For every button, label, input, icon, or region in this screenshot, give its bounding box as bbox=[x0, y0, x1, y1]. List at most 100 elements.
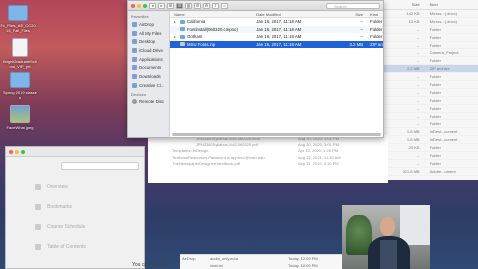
background-list-row[interactable]: -- Folder bbox=[384, 97, 478, 105]
file-kind: Folder bbox=[370, 34, 383, 40]
date-column-header[interactable]: Date Modified bbox=[256, 12, 341, 17]
sidebar-item-remote-disc[interactable]: Remote Disc bbox=[128, 98, 169, 107]
background-file-date: Apr 13, 2020, 1:28 PM bbox=[298, 148, 339, 154]
nav-item-label: Table of Contents bbox=[47, 244, 86, 250]
size-header[interactable]: Size bbox=[384, 2, 424, 7]
sidebar-item-downloads[interactable]: Downloads bbox=[128, 72, 169, 81]
minimize-icon[interactable] bbox=[15, 149, 19, 154]
nav-item-table-of-contents[interactable]: Table of Contents bbox=[31, 237, 141, 257]
background-kind-cell: Folder bbox=[429, 105, 441, 111]
background-kind-cell: Folder bbox=[429, 152, 441, 158]
zoom-icon[interactable] bbox=[143, 3, 147, 8]
background-course-window: Overview Bookmarks Course Schedule Table… bbox=[5, 146, 145, 269]
background-list-row[interactable]: 321.6 MB Adobe...ument bbox=[384, 168, 478, 176]
nav-item-course-schedule[interactable]: Course Schedule bbox=[31, 217, 141, 237]
folder-icon bbox=[10, 72, 30, 88]
back-button[interactable]: ◂ bbox=[149, 2, 156, 9]
file-name-cell: MSU Fonts.zip bbox=[170, 42, 256, 47]
background-size-cell: -- bbox=[416, 26, 420, 32]
sidebar-item-desktop[interactable]: Desktop bbox=[128, 37, 169, 46]
webcam-overlay bbox=[342, 205, 430, 269]
background-size-cell: 321.6 MB bbox=[402, 168, 420, 174]
close-icon[interactable] bbox=[131, 3, 135, 8]
sidebar-item-creative-cl[interactable]: Creative Cl... bbox=[128, 81, 169, 90]
background-list-row[interactable]: 1.6 MB InDesi...cument bbox=[384, 128, 478, 137]
sidebar-item-applications[interactable]: Applications bbox=[128, 55, 169, 64]
action-button[interactable]: ⚙ bbox=[203, 2, 210, 9]
desktop-icon-bright-graduate[interactable]: BrightGraduateSchool_VIP_prf bbox=[2, 38, 38, 69]
background-list-row[interactable]: -- Folder bbox=[384, 89, 478, 97]
desktop-icon-label: Fx_Files_AE_CC2015_Fall_Files bbox=[0, 23, 36, 33]
finder-window: ◂ ▸ ⊞ ☰ ▥ ⊟ ⚙ ⇪ ⌂ Search Favorites AirDrop All My… bbox=[127, 0, 384, 138]
background-kind-cell: ZIP archive bbox=[429, 66, 450, 72]
background-list-row[interactable]: 1.6 MB InDesi...cument bbox=[384, 136, 478, 145]
background-file-row[interactable]: TheNewspaperDesignerHandbook.pdf Sep 11, … bbox=[148, 161, 388, 167]
horizontal-scrollbar[interactable] bbox=[172, 133, 381, 136]
nav-item-bookmarks[interactable]: Bookmarks bbox=[31, 197, 141, 217]
background-list-row[interactable]: 142 KB Micros...(.docx) bbox=[384, 10, 478, 18]
course-search-input[interactable] bbox=[61, 162, 139, 170]
background-size-cell: -- bbox=[416, 58, 420, 64]
background-list-row[interactable]: 13 KB Micros...(.docx) bbox=[384, 18, 478, 26]
name-column-header[interactable]: Name bbox=[170, 12, 256, 17]
file-size: 3.2 MB bbox=[349, 41, 364, 47]
background-size-cell: -- bbox=[416, 89, 420, 95]
forward-button[interactable]: ▸ bbox=[158, 2, 165, 9]
desktop-icon-label: FaceWhat.jpeg bbox=[6, 125, 34, 130]
background-list-row[interactable]: -- Folder bbox=[384, 26, 478, 34]
background-list-row[interactable]: -- Folder bbox=[384, 160, 478, 168]
list-header: Name Date Modified Size Kind bbox=[170, 11, 383, 18]
sidebar-item-all-my-files[interactable]: All My Files bbox=[128, 29, 169, 38]
background-list-row[interactable]: -- Camera_Project bbox=[384, 49, 478, 58]
background-size-cell: -- bbox=[416, 34, 420, 40]
background-kind-cell: Folder bbox=[429, 121, 441, 127]
background-list-row[interactable]: -- Folder bbox=[384, 105, 478, 113]
background-list-row[interactable]: -- Folder bbox=[384, 113, 478, 121]
desktop-icon-facewhat[interactable]: FaceWhat.jpeg bbox=[2, 105, 38, 130]
zoom-icon[interactable] bbox=[21, 149, 25, 154]
background-list-row[interactable]: -- Folder bbox=[384, 73, 478, 82]
desktop-icon-fx-files[interactable]: Fx_Files_AE_CC2015_Fall_Files bbox=[0, 5, 36, 33]
disclosure-triangle-icon[interactable]: ▸ bbox=[174, 19, 178, 24]
background-file-row[interactable]: JRN3360Syllabus.Vol3.060320.pdf Aug 30, 2… bbox=[148, 141, 388, 147]
share-button[interactable]: ⇪ bbox=[212, 2, 219, 9]
desktop-icon-spring-2019[interactable]: Spring 2019 classes bbox=[2, 72, 38, 100]
background-list-row[interactable]: -- Folder bbox=[384, 81, 478, 89]
background-list-row[interactable]: 29 KB Folder bbox=[384, 144, 478, 153]
file-row[interactable]: Fontinstall(060320.cmpno) Jan 16, 2017, 1… bbox=[170, 25, 383, 33]
nav-item-overview[interactable]: Overview bbox=[31, 177, 141, 197]
finder-search-input[interactable]: Search bbox=[326, 3, 380, 9]
background-list-row[interactable]: -- Folder bbox=[384, 42, 478, 50]
creative-cloud-icon bbox=[132, 82, 137, 88]
kind-column-header[interactable]: Kind bbox=[366, 12, 383, 17]
background-list-row[interactable]: -- Folder bbox=[384, 120, 478, 129]
kind-header[interactable]: Kind bbox=[424, 2, 478, 7]
minimize-icon[interactable] bbox=[137, 3, 141, 8]
file-row[interactable]: MSU Fonts.zip Jan 16, 2017, 11:18 AM 3.2 M… bbox=[170, 40, 383, 48]
sidebar-item-label: Creative Cl... bbox=[139, 82, 165, 88]
background-list-row[interactable]: -- Folder bbox=[384, 34, 478, 42]
column-view-button[interactable]: ▥ bbox=[185, 2, 192, 9]
background-file-row[interactable]: TextbookResources.Password.is.appsrc1@ms… bbox=[148, 154, 388, 160]
background-list-row[interactable]: -- Folder bbox=[384, 152, 478, 160]
file-row[interactable]: ▸ California Jan 16, 2017, 11:18 AM -- Folde… bbox=[170, 18, 383, 26]
background-list-row[interactable]: -- Folder bbox=[384, 57, 478, 66]
background-bottom-date: Today, 12:09 PM bbox=[288, 263, 318, 268]
background-size-cell: -- bbox=[416, 113, 420, 119]
size-column-header[interactable]: Size bbox=[341, 12, 366, 17]
sidebar-item-documents[interactable]: Documents bbox=[128, 63, 169, 72]
background-list-row[interactable]: 3.2 MB ZIP archive bbox=[384, 65, 478, 74]
list-view-button[interactable]: ☰ bbox=[176, 2, 183, 9]
bookmark-icon bbox=[35, 204, 41, 210]
sidebar-item-airdrop[interactable]: AirDrop bbox=[128, 20, 169, 29]
close-icon[interactable] bbox=[9, 149, 13, 154]
gallery-view-button[interactable]: ⊟ bbox=[194, 2, 201, 9]
tags-button[interactable]: ⌂ bbox=[221, 2, 228, 9]
sidebar-item-icloud-drive[interactable]: iCloud Drive bbox=[128, 46, 169, 55]
all-files-icon bbox=[132, 30, 137, 36]
disclosure-triangle-icon[interactable]: ▸ bbox=[174, 34, 178, 39]
background-file-row[interactable]: Templates=InDesign Apr 13, 2020, 1:28 PM bbox=[148, 148, 388, 154]
file-row[interactable]: ▸ Gotham Jan 16, 2017, 11:18 AM -- Folder bbox=[170, 33, 383, 41]
background-size-cell: -- bbox=[416, 152, 420, 158]
icon-view-button[interactable]: ⊞ bbox=[167, 2, 174, 9]
